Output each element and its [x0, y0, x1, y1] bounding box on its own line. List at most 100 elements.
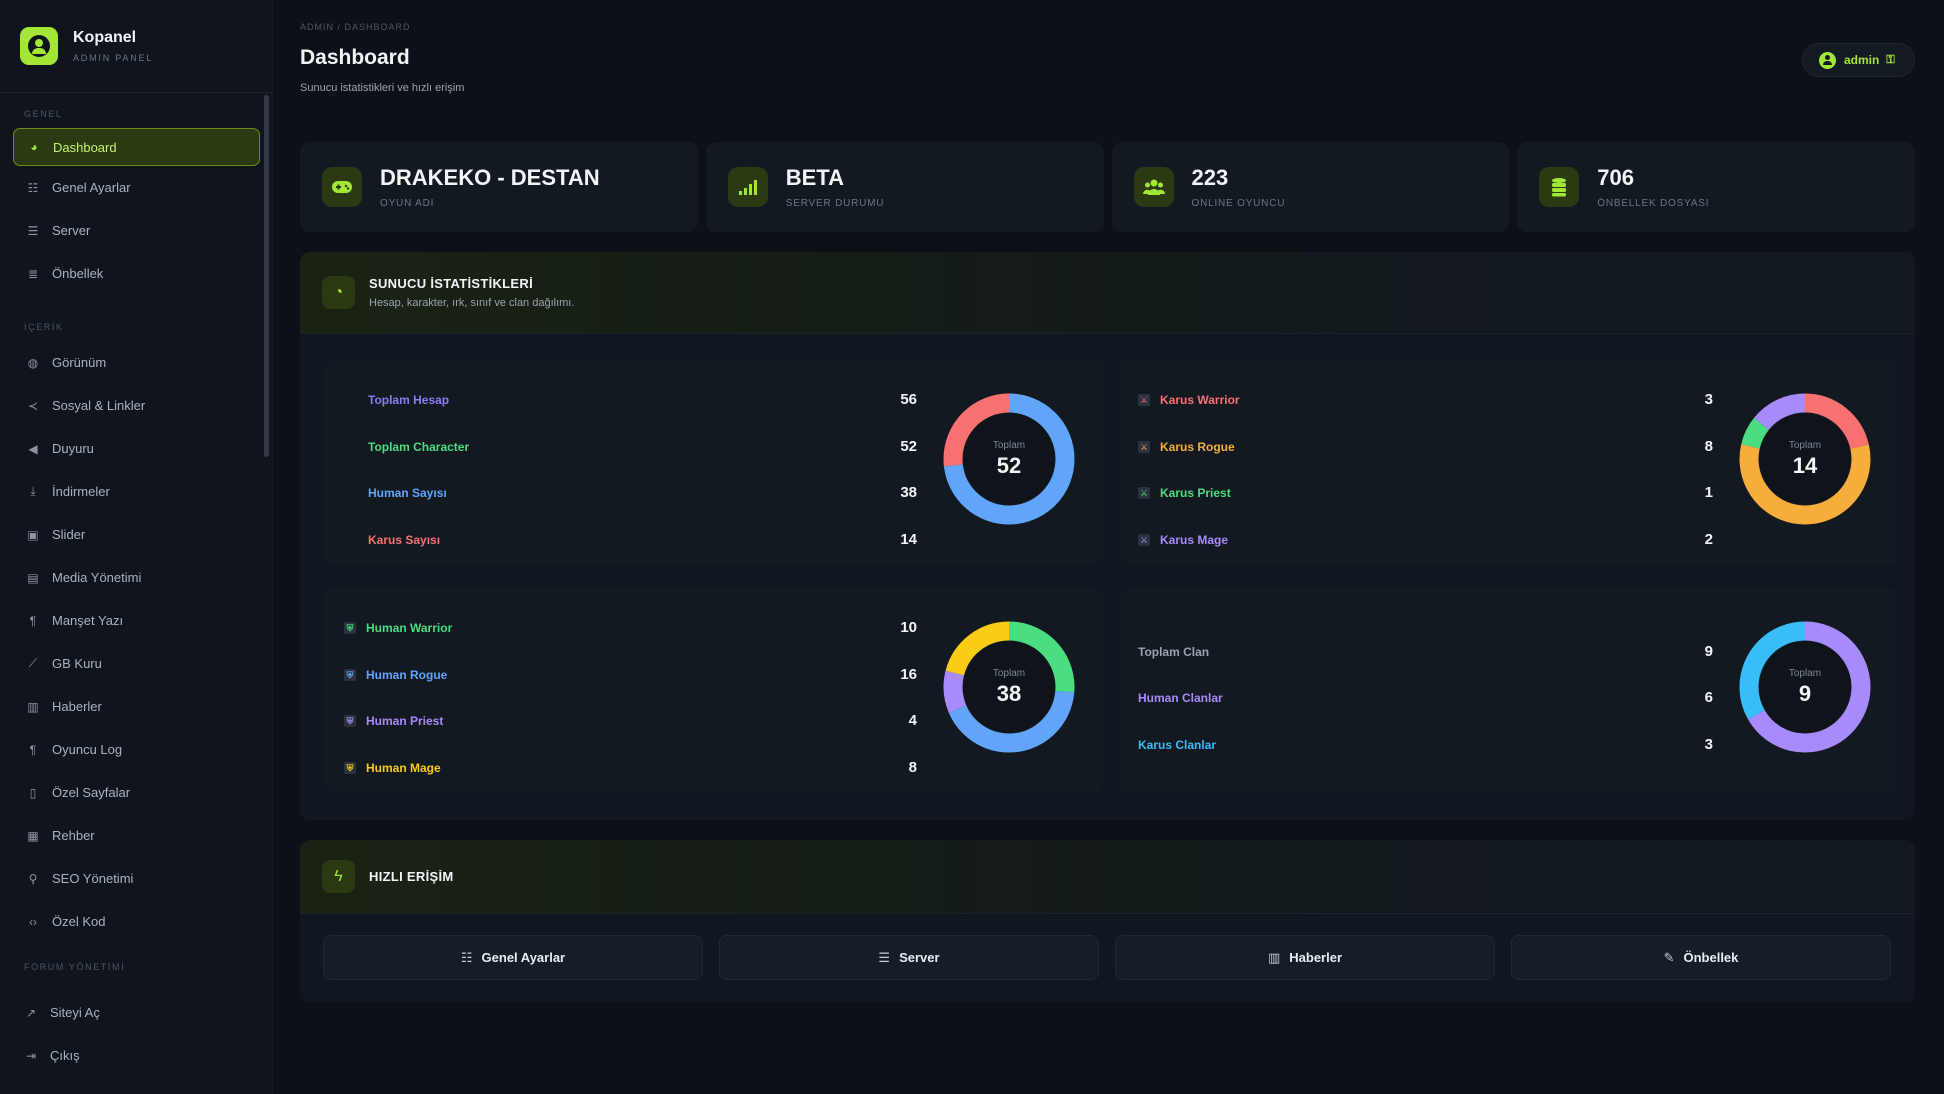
- log-icon: ¶: [29, 742, 37, 757]
- newspaper-icon: ▥: [27, 699, 39, 714]
- server-icon: ☰: [27, 223, 39, 238]
- sword-icon: ⚔: [1138, 487, 1150, 499]
- stat-row-label: Toplam Hesap: [368, 393, 450, 407]
- stat-row-value: 8: [1704, 438, 1713, 455]
- nav-section-icerik: İÇERİK ◍ Görünüm ≺ Sosyal & Linkler ◀ Duyur…: [0, 317, 273, 943]
- sidebar-item-ozel-sayfalar[interactable]: ▯ Özel Sayfalar: [0, 771, 273, 814]
- donut-total-value: 9: [1798, 680, 1812, 706]
- sidebar-item-indirmeler[interactable]: ⤓ İndirmeler: [0, 470, 273, 513]
- sidebar-item-ozel-kod[interactable]: ‹› Özel Kod: [0, 900, 273, 943]
- sidebar-item-media-yonetimi[interactable]: ▤ Media Yönetimi: [0, 556, 273, 599]
- sidebar-item-genel-ayarlar[interactable]: ☷ Genel Ayarlar: [0, 166, 273, 209]
- quick-haberler-button[interactable]: ▥ Haberler: [1115, 935, 1495, 980]
- user-circle-icon: [1819, 51, 1836, 69]
- stat-block-human-classes: ⛨ Human Warrior 10 ⛨ Human Rogue 16 ⛨ Human P…: [324, 588, 1102, 793]
- button-label: Server: [899, 950, 940, 965]
- share-icon: ≺: [27, 398, 39, 413]
- donut-total-value: 52: [996, 452, 1022, 478]
- stat-row-value: 16: [900, 666, 917, 683]
- button-label: Haberler: [1289, 950, 1343, 965]
- sidebar-item-cikis[interactable]: ⇥ Çıkış: [0, 1034, 273, 1077]
- logout-icon: ⇥: [25, 1048, 37, 1063]
- donut-center: Toplam 14: [1738, 392, 1872, 526]
- quick-genel-ayarlar-button[interactable]: ☷ Genel Ayarlar: [323, 935, 703, 980]
- sidebar-item-label: Önbellek: [52, 266, 104, 281]
- stat-row-label: ⛨ Human Rogue: [344, 665, 447, 685]
- bolt-icon: ϟ: [322, 860, 355, 893]
- sidebar-item-label: Server: [52, 223, 91, 238]
- page-subtitle: Sunucu istatistikleri ve hızlı erişim: [300, 82, 465, 94]
- stat-row-label: ⚔ Karus Mage: [1138, 533, 1229, 547]
- sword-icon: ⚔: [1138, 534, 1150, 546]
- stat-row-value: 10: [900, 619, 917, 636]
- search-icon: ⚲: [28, 871, 38, 886]
- stat-row-label: ⚔ Karus Priest: [1138, 486, 1231, 500]
- stat-row-value: 8: [908, 759, 917, 776]
- sidebar-item-label: İndirmeler: [52, 484, 110, 499]
- sidebar-item-manset-yazi[interactable]: ¶ Manşet Yazı: [0, 599, 273, 642]
- megaphone-icon: ◀: [28, 441, 38, 456]
- sidebar-item-slider[interactable]: ▣ Slider: [0, 513, 273, 556]
- book-icon: ▦: [27, 828, 39, 843]
- donut-total-value: 38: [996, 680, 1022, 706]
- user-menu-button[interactable]: admin ⚿: [1802, 43, 1915, 77]
- stat-block-clans: Toplam Clan 9 Human Clanlar 6 Karus Clanla…: [1120, 588, 1898, 793]
- sidebar-item-label: Slider: [52, 527, 86, 542]
- stat-row-value: 3: [1704, 736, 1713, 753]
- sword-icon: ⚔: [1138, 441, 1150, 453]
- sidebar-item-siteyi-ac[interactable]: ↗ Siteyi Aç: [0, 991, 273, 1034]
- stat-row-item: Karus Sayısı 14: [324, 530, 1102, 550]
- sidebar-item-server[interactable]: ☰ Server: [0, 209, 273, 252]
- sidebar-item-gorunum[interactable]: ◍ Görünüm: [0, 341, 273, 384]
- brand[interactable]: Kopanel ADMIN PANEL: [0, 0, 272, 93]
- server-stats-panel: ◔ SUNUCU İSTATİSTİKLERİ Hesap, karakter,…: [300, 252, 1915, 820]
- logo-user-icon: [20, 27, 58, 65]
- stat-row-label: Human Clanlar: [1138, 691, 1223, 705]
- quick-server-button[interactable]: ☰ Server: [719, 935, 1099, 980]
- sliders-icon: ☷: [27, 180, 39, 195]
- sidebar-item-gb-kuru[interactable]: ⟋ GB Kuru: [0, 642, 273, 685]
- breadcrumb: ADMIN / DASHBOARD: [300, 22, 411, 32]
- donut-center: Toplam 38: [942, 620, 1076, 754]
- donut-center: Toplam 9: [1738, 620, 1872, 754]
- stat-value: 223: [1191, 165, 1229, 190]
- stat-row-label: Human Sayısı: [368, 486, 447, 500]
- sliders-icon: ☷: [460, 949, 473, 965]
- stat-row-value: 56: [900, 391, 917, 408]
- stat-row-value: 4: [908, 712, 917, 729]
- brand-subtitle: ADMIN PANEL: [73, 53, 154, 63]
- stat-row-item: ⚔ Karus Mage 2: [1120, 530, 1898, 550]
- stat-block-karus-classes: ⚔ Karus Warrior 3 ⚔ Karus Rogue 8 ⚔ Karus Pri…: [1120, 360, 1898, 565]
- sidebar-item-seo-yonetimi[interactable]: ⚲ SEO Yönetimi: [0, 857, 273, 900]
- sidebar-item-rehber[interactable]: ▦ Rehber: [0, 814, 273, 857]
- donut-total-value: 14: [1792, 452, 1818, 478]
- sidebar-item-oyuncu-log[interactable]: ¶ Oyuncu Log: [0, 728, 273, 771]
- stat-value: 706: [1597, 165, 1634, 190]
- sidebar-item-sosyal-linkler[interactable]: ≺ Sosyal & Linkler: [0, 384, 273, 427]
- sidebar-item-label: Sosyal & Linkler: [52, 398, 146, 413]
- sidebar: Kopanel ADMIN PANEL GENEL ◕ Dashboard ☷ …: [0, 0, 273, 1094]
- sidebar-item-label: Özel Sayfalar: [52, 785, 131, 800]
- quick-onbellek-button[interactable]: ✎ Önbellek: [1511, 935, 1891, 980]
- stat-value: DRAKEKO - DESTAN: [380, 165, 600, 190]
- server-icon: ☰: [878, 949, 891, 965]
- panel-header: ϟ HIZLI ERİŞİM: [300, 840, 1915, 914]
- gamepad-icon: [322, 167, 362, 207]
- database-icon: ≣: [27, 266, 39, 281]
- stat-card-cache-files: 706 ÖNBELLEK DOSYASI: [1517, 142, 1915, 232]
- sidebar-item-dashboard[interactable]: ◕ Dashboard: [13, 128, 260, 166]
- gauge-icon: ◕: [30, 140, 38, 154]
- sidebar-item-label: Çıkış: [50, 1048, 80, 1063]
- stat-card-server-status: BETA SERVER DURUMU: [705, 142, 1104, 232]
- stat-row-label: ⛨ Human Mage: [344, 758, 441, 778]
- donut-total-label: Toplam: [1788, 667, 1822, 679]
- sidebar-item-label: Duyuru: [52, 441, 94, 456]
- sidebar-item-haberler[interactable]: ▥ Haberler: [0, 685, 273, 728]
- sidebar-item-onbellek[interactable]: ≣ Önbellek: [0, 252, 273, 295]
- stat-row-item: ⛨ Human Mage 8: [324, 758, 1102, 778]
- button-label: Genel Ayarlar: [481, 950, 566, 965]
- stat-label: ONLINE OYUNCU: [1191, 198, 1286, 209]
- stat-row-label: Karus Clanlar: [1138, 738, 1217, 752]
- sidebar-item-duyuru[interactable]: ◀ Duyuru: [0, 427, 273, 470]
- nav-section-title: GENEL: [24, 109, 63, 119]
